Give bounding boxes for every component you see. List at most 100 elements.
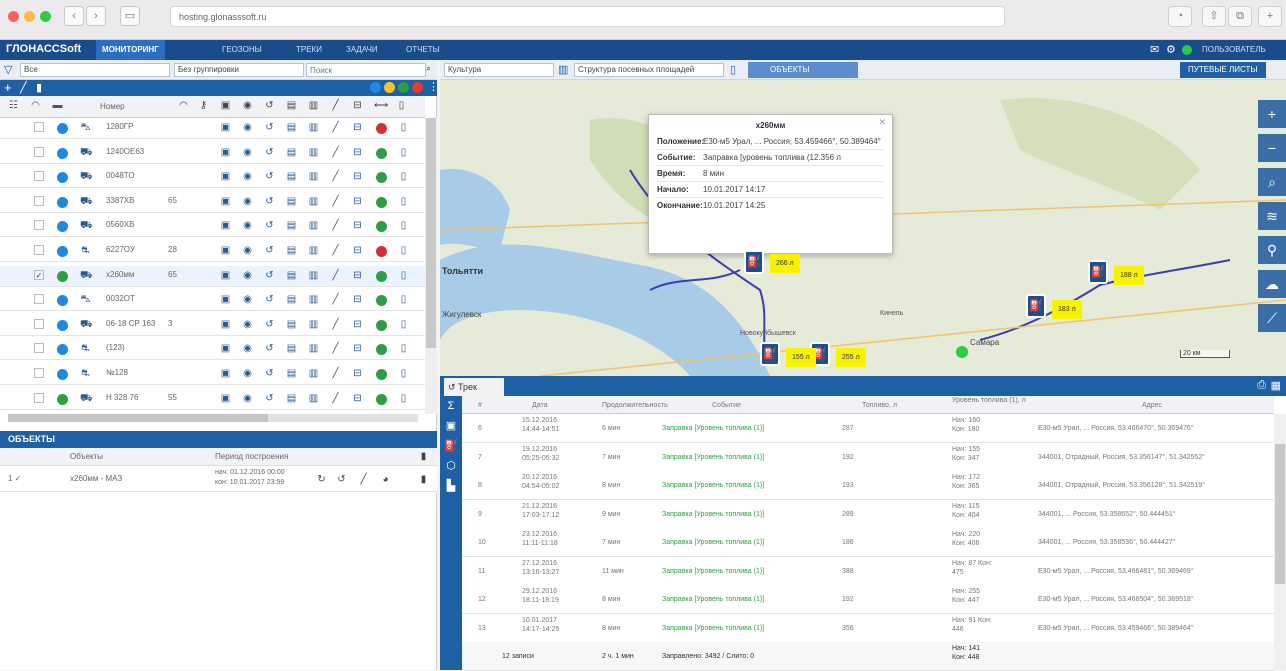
- vehicle-row[interactable]: ⛐ №128 ▣ ◉ ↺ ▤ ▥ ╱ ⊟ ▯: [0, 364, 425, 385]
- file-icon[interactable]: ▯: [398, 368, 409, 379]
- track-vertical-scrollbar[interactable]: [1274, 414, 1286, 670]
- grouping-select[interactable]: Без группировки: [174, 63, 304, 77]
- user-menu[interactable]: ПОЛЬЗОВАТЕЛЬ: [1196, 40, 1272, 60]
- file-icon[interactable]: ▯: [398, 122, 409, 133]
- event-link[interactable]: Заправка [Уровень топлива (1)]: [662, 594, 764, 606]
- eye-icon[interactable]: ◉: [242, 343, 253, 354]
- track-icon[interactable]: ↺: [264, 270, 275, 281]
- zoom-in-button[interactable]: +: [1258, 100, 1286, 128]
- export-icon[interactable]: ▦: [1271, 379, 1281, 392]
- track-event-row[interactable]: 10 23.12.2016 11:11-11:18 7 мин Заправка [У…: [462, 528, 1274, 557]
- checkbox[interactable]: ✓: [34, 269, 44, 280]
- report-icon[interactable]: ▤: [286, 393, 297, 404]
- card-icon[interactable]: ▣: [220, 294, 231, 305]
- edit-icon[interactable]: ╱: [330, 245, 341, 256]
- document-icon[interactable]: ▯: [730, 63, 736, 76]
- message-icon[interactable]: ⊟: [352, 294, 363, 305]
- ruler-icon[interactable]: ⟋: [1258, 304, 1286, 332]
- file-icon[interactable]: ▯: [398, 220, 409, 231]
- card-icon[interactable]: ▣: [220, 393, 231, 404]
- track-icon[interactable]: ↺: [264, 294, 275, 305]
- card-icon[interactable]: ▣: [220, 196, 231, 207]
- track-icon[interactable]: ↺: [264, 122, 275, 133]
- card-icon[interactable]: ▣: [440, 416, 462, 436]
- edit-icon[interactable]: ╱: [330, 393, 341, 404]
- track-event-row[interactable]: 12 29.12.2016 18:11-18:19 8 мин Заправка [У…: [462, 585, 1274, 614]
- vehicle-row[interactable]: ⛐ 6227ОУ 28 ▣ ◉ ↺ ▤ ▥ ╱ ⊟ ▯: [0, 241, 425, 262]
- report-icon[interactable]: ▤: [286, 196, 297, 207]
- track-icon[interactable]: ↺: [264, 147, 275, 158]
- color-icon[interactable]: ◕: [380, 474, 391, 485]
- edit-icon[interactable]: ╱: [330, 270, 341, 281]
- checkbox[interactable]: [34, 171, 44, 182]
- eye-icon[interactable]: ◉: [242, 196, 253, 207]
- eye-icon[interactable]: ◉: [242, 294, 253, 305]
- filter-icon[interactable]: ▽: [4, 63, 12, 76]
- card-icon[interactable]: ▣: [220, 368, 231, 379]
- document-icon[interactable]: ▥: [308, 245, 319, 256]
- event-link[interactable]: Заправка [Уровень топлива (1)]: [662, 623, 764, 635]
- vehicle-row[interactable]: ⛟ 0048ТО ▣ ◉ ↺ ▤ ▥ ╱ ⊟ ▯: [0, 167, 425, 189]
- sidebar-toggle-button[interactable]: ▭: [120, 6, 140, 26]
- track-event-row[interactable]: 8 20.12.2016 04:54-05:02 8 мин Заправка [Ур…: [462, 471, 1274, 500]
- report-icon[interactable]: ▤: [286, 171, 297, 182]
- message-icon[interactable]: ⊟: [352, 270, 363, 281]
- fuel-marker-1[interactable]: ⛽: [744, 250, 764, 274]
- object-row[interactable]: 1 ✓ х260мм - МАЗ нач: 01.12.2016 00:00 к…: [0, 466, 437, 492]
- track-event-row[interactable]: 11 27.12.2016 13:16-13:27 11 мин Заправка […: [462, 556, 1274, 586]
- delete-icon[interactable]: ▮: [36, 81, 42, 94]
- document-icon[interactable]: ▥: [308, 171, 319, 182]
- back-button[interactable]: ‹: [64, 6, 84, 26]
- eye-icon[interactable]: ◉: [242, 270, 253, 281]
- zoom-out-button[interactable]: −: [1258, 134, 1286, 162]
- layer-table-icon[interactable]: ▥: [558, 63, 568, 76]
- document-icon[interactable]: ▥: [308, 196, 319, 207]
- eye-icon[interactable]: ◉: [242, 393, 253, 404]
- message-icon[interactable]: ⊟: [352, 343, 363, 354]
- vehicle-row[interactable]: ✓ ⛟ х260мм 65 ▣ ◉ ↺ ▤ ▥ ╱ ⊟ ▯: [0, 265, 425, 287]
- horizontal-scrollbar[interactable]: [8, 414, 418, 422]
- event-link[interactable]: Заправка [Уровень топлива (1)]: [662, 537, 764, 549]
- chart-icon[interactable]: ▙: [440, 476, 462, 496]
- nav-tasks[interactable]: ЗАДАЧИ: [340, 40, 384, 60]
- file-icon[interactable]: ▯: [398, 171, 409, 182]
- track-icon[interactable]: ↺: [264, 171, 275, 182]
- sum-icon[interactable]: Σ: [440, 396, 462, 416]
- search-icon[interactable]: ⌕: [426, 63, 431, 74]
- message-icon[interactable]: ⊟: [352, 122, 363, 133]
- nav-tracks[interactable]: ТРЕКИ: [290, 40, 328, 60]
- report-icon[interactable]: ▤: [286, 147, 297, 158]
- nav-monitoring[interactable]: МОНИТОРИНГ: [96, 40, 165, 60]
- message-icon[interactable]: ⊟: [352, 393, 363, 404]
- edit-icon[interactable]: ╱: [330, 171, 341, 182]
- message-icon[interactable]: ⊟: [352, 147, 363, 158]
- document-icon[interactable]: ▥: [308, 393, 319, 404]
- map-canvas[interactable]: Тольятти Жигулевск Самара Новокуйбышевск…: [440, 80, 1286, 376]
- card-icon[interactable]: ▣: [220, 171, 231, 182]
- event-link[interactable]: Заправка [Уровень топлива (1)]: [662, 480, 764, 492]
- checkbox[interactable]: [34, 195, 44, 206]
- message-icon[interactable]: ⊟: [352, 319, 363, 330]
- vertical-scroll-thumb[interactable]: [426, 118, 436, 348]
- weather-icon[interactable]: ☁: [1258, 270, 1286, 298]
- address-bar[interactable]: hosting.glonasssoft.ru: [170, 6, 1005, 27]
- checkbox[interactable]: [34, 343, 44, 354]
- report-icon[interactable]: ▤: [286, 122, 297, 133]
- vehicle-row[interactable]: ⛟ 1240ОЕ63 ▣ ◉ ↺ ▤ ▥ ╱ ⊟ ▯: [0, 142, 425, 164]
- track-event-row[interactable]: 7 19.12.2016 05:25-05:32 7 мин Заправка [Ур…: [462, 442, 1274, 472]
- search-input[interactable]: [306, 63, 426, 77]
- tab-track[interactable]: ↺ Трек: [444, 378, 504, 396]
- type-filter-select[interactable]: Все: [20, 63, 170, 77]
- report-icon[interactable]: ▤: [286, 319, 297, 330]
- select-all-icon[interactable]: ☷: [8, 100, 19, 111]
- card-icon[interactable]: ▣: [220, 270, 231, 281]
- nav-geozones[interactable]: ГЕОЗОНЫ: [216, 40, 268, 60]
- edit-icon[interactable]: ╱: [330, 122, 341, 133]
- report-icon[interactable]: ▤: [286, 294, 297, 305]
- edit-icon[interactable]: ╱: [330, 294, 341, 305]
- file-icon[interactable]: ▯: [398, 270, 409, 281]
- fuel-marker-5[interactable]: ⛽: [760, 342, 780, 366]
- document-icon[interactable]: ▥: [308, 343, 319, 354]
- report-icon[interactable]: ▤: [286, 220, 297, 231]
- document-icon[interactable]: ▥: [308, 147, 319, 158]
